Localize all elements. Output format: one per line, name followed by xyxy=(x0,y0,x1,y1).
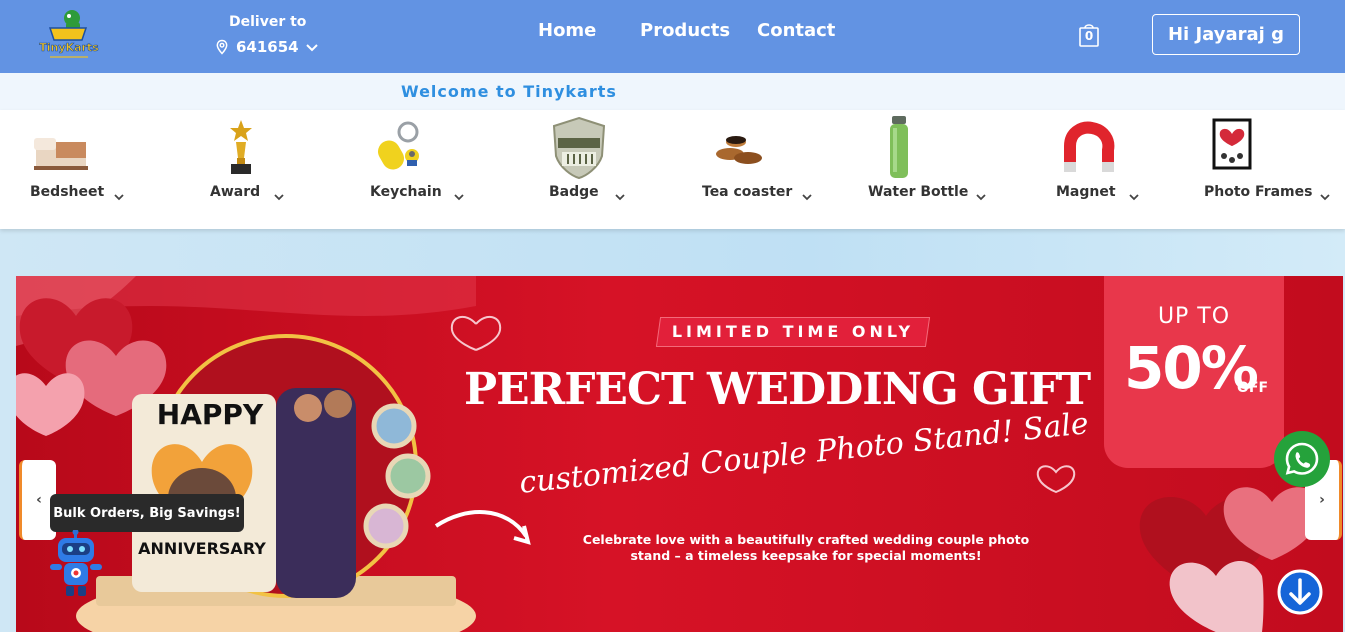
arrow-down-icon xyxy=(1277,569,1323,615)
category-label: Magnet xyxy=(1056,184,1116,200)
chevron-down-icon xyxy=(454,194,464,201)
chatbot-button[interactable] xyxy=(44,529,110,598)
tea-coaster-icon xyxy=(716,136,762,164)
category-label: Photo Frames xyxy=(1204,184,1313,200)
category-bar: Bedsheet Award Keychain Badge Tea coaste… xyxy=(0,110,1345,229)
deliver-location[interactable]: 641654 xyxy=(214,38,319,56)
stand-happy-text: HAPPY xyxy=(157,398,264,431)
badge-icon xyxy=(552,116,606,180)
robot-icon xyxy=(50,529,102,596)
category-keychain[interactable]: Keychain xyxy=(340,110,490,229)
category-label: Tea coaster xyxy=(702,184,793,200)
welcome-strip: Welcome to Tinykarts xyxy=(0,73,1345,110)
chevron-down-icon xyxy=(1129,194,1139,201)
chevron-down-icon xyxy=(976,194,986,201)
chevron-down-icon xyxy=(1320,194,1330,201)
welcome-text: Welcome to Tinykarts xyxy=(401,82,617,101)
deliver-label: Deliver to xyxy=(229,14,307,30)
cart-button[interactable]: 0 xyxy=(1078,22,1100,48)
banner-description: Celebrate love with a beautifully crafte… xyxy=(582,532,1030,563)
chevron-down-icon xyxy=(802,194,812,201)
category-label: Keychain xyxy=(370,184,442,200)
cart-count: 0 xyxy=(1084,29,1094,43)
category-magnet[interactable]: Magnet xyxy=(1020,110,1170,229)
nav-products[interactable]: Products xyxy=(640,20,730,41)
location-pin-icon xyxy=(216,39,228,55)
nav-home[interactable]: Home xyxy=(538,20,596,41)
user-account-button[interactable]: Hi Jayaraj g xyxy=(1152,14,1300,55)
bulk-orders-tooltip: Bulk Orders, Big Savings! xyxy=(50,494,244,532)
trophy-icon xyxy=(230,120,252,174)
chevron-down-icon xyxy=(114,194,124,201)
top-header: TinyKarts Deliver to 641654 Home Product… xyxy=(0,0,1345,73)
category-water-bottle[interactable]: Water Bottle xyxy=(850,110,1000,229)
discount-upto: UP TO xyxy=(1157,304,1231,329)
category-label: Award xyxy=(210,184,261,200)
category-award[interactable]: Award xyxy=(170,110,320,229)
whatsapp-button[interactable] xyxy=(1274,431,1330,487)
nav-contact[interactable]: Contact xyxy=(757,20,835,41)
promo-banner[interactable]: HAPPY ANNIVERSARY LIMITED TIME ONLY PERF… xyxy=(16,276,1343,632)
bedsheet-icon xyxy=(34,138,88,170)
pincode: 641654 xyxy=(236,38,299,56)
keychain-icon xyxy=(378,121,419,170)
magnet-icon xyxy=(1064,121,1115,172)
limited-time-text: LIMITED TIME ONLY xyxy=(671,322,915,341)
tinykarts-logo[interactable]: TinyKarts xyxy=(36,6,102,64)
discount-off: OFF xyxy=(1237,380,1269,396)
stand-anniversary-text: ANNIVERSARY xyxy=(138,539,266,558)
category-label: Badge xyxy=(549,184,599,200)
category-label: Water Bottle xyxy=(868,184,969,200)
chevron-down-icon xyxy=(274,194,284,201)
category-photo-frames[interactable]: Photo Frames xyxy=(1190,110,1340,229)
photo-frame-icon xyxy=(1212,118,1252,170)
banner-title: PERFECT WEDDING GIFT xyxy=(464,364,1091,415)
category-tea-coaster[interactable]: Tea coaster xyxy=(680,110,830,229)
category-label: Bedsheet xyxy=(30,184,105,200)
category-badge[interactable]: Badge xyxy=(510,110,660,229)
water-bottle-icon xyxy=(890,116,908,178)
scroll-down-button[interactable] xyxy=(1277,569,1323,615)
whatsapp-icon xyxy=(1274,431,1330,487)
svg-text:TinyKarts: TinyKarts xyxy=(39,41,99,54)
chevron-down-icon xyxy=(615,194,625,201)
chevron-down-icon xyxy=(305,44,318,52)
category-bedsheet[interactable]: Bedsheet xyxy=(0,110,150,229)
